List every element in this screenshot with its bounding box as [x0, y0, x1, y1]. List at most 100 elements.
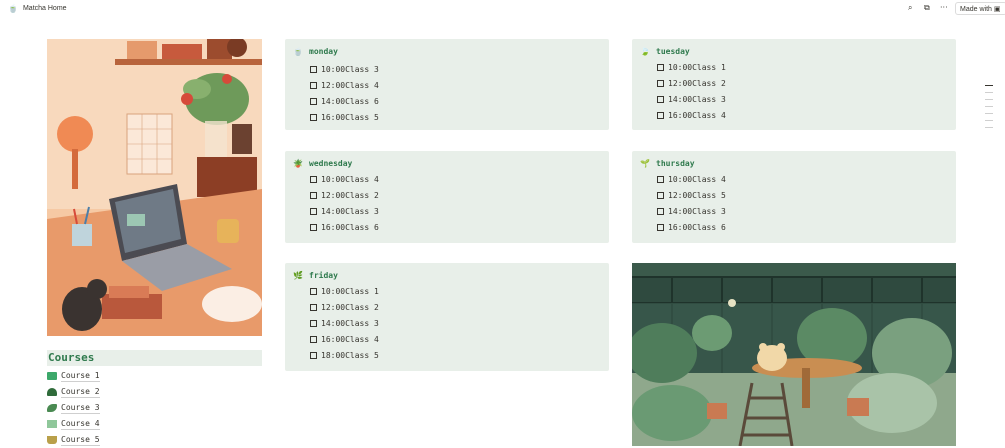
todo-time: 14:00 — [321, 206, 346, 216]
checkbox[interactable] — [310, 223, 317, 231]
todo-time: 14:00 — [321, 96, 346, 106]
todo-item[interactable]: 14:00 Class 3 — [310, 315, 379, 331]
todo-item[interactable]: 16:00 Class 4 — [310, 331, 379, 347]
checkbox[interactable] — [310, 319, 317, 327]
todo-item[interactable]: 10:00 Class 4 — [657, 171, 726, 187]
made-with-button[interactable]: Made with ▣ — [955, 2, 1005, 15]
checkbox[interactable] — [310, 81, 317, 89]
todo-item[interactable]: 14:00 Class 3 — [310, 203, 379, 219]
course-link-3[interactable]: Course 3 — [47, 400, 100, 416]
todo-label: Class 6 — [345, 96, 379, 106]
checkbox[interactable] — [657, 79, 664, 87]
courses-heading: Courses — [47, 350, 262, 366]
checkbox[interactable] — [310, 287, 317, 295]
checkbox[interactable] — [657, 175, 664, 183]
todo-label: Class 5 — [345, 350, 379, 360]
checkbox[interactable] — [657, 191, 664, 199]
todo-label: Class 3 — [345, 64, 379, 74]
todo-time: 16:00 — [321, 334, 346, 344]
day-card-wednesday: 🪴 wednesday 10:00 Class 4 12:00 Class 2 … — [285, 151, 609, 243]
checkbox[interactable] — [657, 63, 664, 71]
breadcrumb[interactable]: 🍵 Matcha Home — [8, 4, 67, 13]
todo-time: 10:00 — [321, 174, 346, 184]
checkbox[interactable] — [657, 207, 664, 215]
checkbox[interactable] — [310, 207, 317, 215]
todo-item[interactable]: 14:00 Class 3 — [657, 91, 726, 107]
todo-item[interactable]: 12:00 Class 2 — [657, 75, 726, 91]
todo-item[interactable]: 12:00 Class 4 — [310, 77, 379, 93]
course-label: Course 3 — [61, 402, 100, 414]
more-icon[interactable]: ··· — [940, 3, 948, 12]
todo-item[interactable]: 12:00 Class 2 — [310, 187, 379, 203]
todo-item[interactable]: 16:00 Class 6 — [310, 219, 379, 235]
todo-time: 16:00 — [321, 112, 346, 122]
todo-time: 10:00 — [321, 286, 346, 296]
todo-item[interactable]: 14:00 Class 3 — [657, 203, 726, 219]
todo-time: 16:00 — [668, 110, 693, 120]
matcha-bowl-icon: 🍵 — [293, 47, 303, 56]
todo-item[interactable]: 10:00 Class 1 — [310, 283, 379, 299]
checkbox[interactable] — [657, 111, 664, 119]
day-card-tuesday: 🍃 tuesday 10:00 Class 1 12:00 Class 2 14… — [632, 39, 956, 130]
todo-list: 10:00 Class 3 12:00 Class 4 14:00 Class … — [310, 61, 379, 125]
todo-item[interactable]: 16:00 Class 5 — [310, 109, 379, 125]
todo-label: Class 4 — [345, 174, 379, 184]
duplicate-icon[interactable]: ⧉ — [924, 3, 930, 13]
todo-time: 16:00 — [321, 222, 346, 232]
todo-item[interactable]: 18:00 Class 5 — [310, 347, 379, 363]
day-title: wednesday — [309, 159, 353, 168]
day-title: tuesday — [656, 47, 690, 56]
checkbox[interactable] — [657, 95, 664, 103]
todo-item[interactable]: 16:00 Class 6 — [657, 219, 726, 235]
checkbox[interactable] — [310, 175, 317, 183]
checkbox[interactable] — [657, 223, 664, 231]
herb-icon: 🌿 — [293, 271, 303, 280]
checkbox[interactable] — [310, 113, 317, 121]
todo-label: Class 3 — [692, 206, 726, 216]
course-link-4[interactable]: Course 4 — [47, 416, 100, 432]
todo-list: 10:00 Class 4 12:00 Class 5 14:00 Class … — [657, 171, 726, 235]
course-link-1[interactable]: Course 1 — [47, 368, 100, 384]
notion-icon: ▣ — [993, 6, 1001, 13]
todo-item[interactable]: 12:00 Class 2 — [310, 299, 379, 315]
day-card-thursday: 🌱 thursday 10:00 Class 4 12:00 Class 5 1… — [632, 151, 956, 243]
todo-item[interactable]: 10:00 Class 3 — [310, 61, 379, 77]
todo-time: 12:00 — [321, 302, 346, 312]
todo-item[interactable]: 12:00 Class 5 — [657, 187, 726, 203]
todo-time: 10:00 — [668, 62, 693, 72]
matcha-icon: 🍵 — [8, 4, 18, 13]
todo-label: Class 6 — [692, 222, 726, 232]
todo-time: 12:00 — [321, 190, 346, 200]
dango-leaf-icon — [47, 404, 57, 412]
todo-item[interactable]: 10:00 Class 4 — [310, 171, 379, 187]
day-card-monday: 🍵 monday 10:00 Class 3 12:00 Class 4 14:… — [285, 39, 609, 130]
course-label: Course 5 — [61, 434, 100, 446]
todo-label: Class 3 — [345, 318, 379, 328]
todo-time: 12:00 — [321, 80, 346, 90]
todo-item[interactable]: 10:00 Class 1 — [657, 59, 726, 75]
todo-label: Class 2 — [345, 302, 379, 312]
todo-time: 16:00 — [668, 222, 693, 232]
todo-item[interactable]: 16:00 Class 4 — [657, 107, 726, 123]
todo-label: Class 4 — [692, 110, 726, 120]
potted-plant-icon: 🪴 — [293, 159, 303, 168]
checkbox[interactable] — [310, 351, 317, 359]
checkbox[interactable] — [310, 65, 317, 73]
cozy-room-illustration — [47, 39, 262, 336]
todo-time: 12:00 — [668, 190, 693, 200]
greenhouse-illustration — [632, 263, 956, 446]
page-outline[interactable] — [985, 85, 995, 134]
checkbox[interactable] — [310, 191, 317, 199]
checkbox[interactable] — [310, 335, 317, 343]
course-link-2[interactable]: Course 2 — [47, 384, 100, 400]
todo-label: Class 2 — [345, 190, 379, 200]
search-icon[interactable]: ⌕ — [908, 3, 912, 13]
todo-item[interactable]: 14:00 Class 6 — [310, 93, 379, 109]
todo-time: 10:00 — [321, 64, 346, 74]
day-title: thursday — [656, 159, 695, 168]
checkbox[interactable] — [310, 97, 317, 105]
todo-list: 10:00 Class 1 12:00 Class 2 14:00 Class … — [310, 283, 379, 363]
green-tray-icon — [47, 420, 57, 428]
checkbox[interactable] — [310, 303, 317, 311]
todo-label: Class 3 — [345, 206, 379, 216]
